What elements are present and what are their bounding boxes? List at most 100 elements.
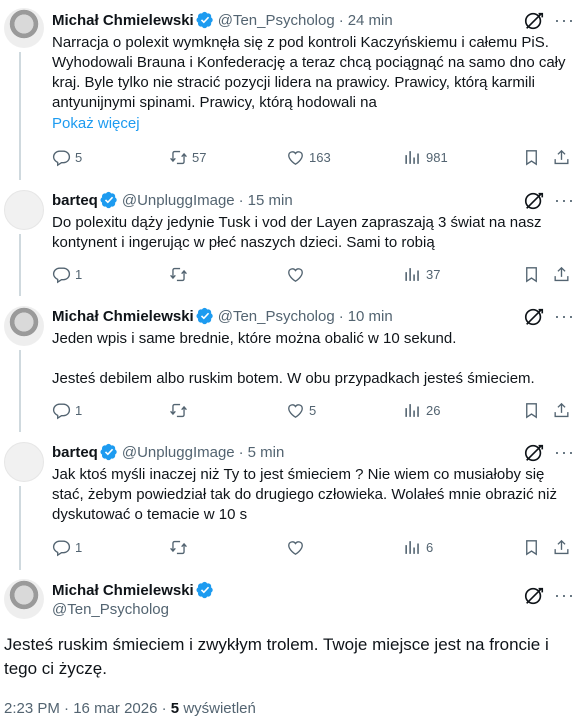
author-name[interactable]: Michał Chmielewski	[52, 12, 194, 29]
tweet[interactable]: Michał Chmielewski @Ten_Psycholog · 24 m…	[0, 0, 584, 180]
tweet-text: Jesteś ruskim śmieciem i zwykłym trolem.…	[4, 635, 549, 678]
tweet[interactable]: barteq @UnpluggImage · 15 min ··· Do pol…	[0, 180, 584, 296]
share-button[interactable]	[552, 147, 571, 167]
tweet-paragraph: Jesteś debilem albo ruskim botem. W obu …	[52, 370, 535, 387]
author-handle[interactable]: @UnpluggImage	[122, 444, 235, 461]
views-button[interactable]: 6	[403, 537, 433, 557]
tweet-time[interactable]: 24 min	[348, 12, 393, 29]
like-button[interactable]	[286, 537, 309, 557]
tweet-time[interactable]: 5 min	[248, 444, 285, 461]
author-name[interactable]: Michał Chmielewski	[52, 308, 194, 325]
retweet-icon	[169, 265, 188, 284]
reply-icon	[52, 148, 71, 167]
share-icon	[552, 538, 571, 557]
more-icon[interactable]: ···	[554, 11, 574, 34]
reply-count: 1	[75, 402, 83, 418]
view-count: 26	[426, 402, 441, 418]
grok-icon[interactable]	[523, 10, 545, 32]
share-button[interactable]	[552, 264, 571, 284]
like-button[interactable]: 163	[286, 147, 331, 167]
grok-icon[interactable]	[523, 442, 545, 464]
views-button[interactable]: 26	[403, 400, 440, 420]
avatar[interactable]	[4, 306, 44, 346]
like-icon	[286, 265, 305, 284]
tweet[interactable]: barteq @UnpluggImage · 5 min ··· Jak kto…	[0, 432, 584, 570]
bookmark-button[interactable]	[522, 400, 541, 420]
bookmark-icon	[522, 401, 541, 420]
tweet-text: Jeden wpis i same brednie, które można o…	[52, 329, 572, 389]
share-icon	[552, 265, 571, 284]
show-more-link[interactable]: Pokaż więcej	[52, 114, 140, 134]
tweet-text: Do polexitu dąży jedynie Tusk i vod der …	[52, 213, 572, 253]
reply-button[interactable]: 1	[52, 537, 82, 557]
author-name[interactable]: barteq	[52, 192, 98, 209]
reply-icon	[52, 265, 71, 284]
reply-count: 1	[75, 539, 83, 555]
bookmark-button[interactable]	[522, 537, 541, 557]
like-icon	[286, 148, 305, 167]
bookmark-button[interactable]	[522, 264, 541, 284]
avatar[interactable]	[4, 442, 44, 482]
tweet-text: Jak ktoś myśli inaczej niż Ty to jest śm…	[52, 465, 572, 525]
reply-button[interactable]: 1	[52, 400, 82, 420]
retweet-button[interactable]	[169, 400, 192, 420]
thread-line	[19, 350, 21, 432]
avatar[interactable]	[4, 8, 44, 48]
grok-icon[interactable]	[523, 306, 545, 328]
tweet-actions: 1 5 26	[52, 400, 576, 420]
grok-icon[interactable]	[523, 585, 545, 607]
more-icon[interactable]: ···	[554, 307, 574, 330]
tweet-text: Narracja o polexit wymknęła się z pod ko…	[52, 33, 572, 113]
share-button[interactable]	[552, 400, 571, 420]
bookmark-icon	[522, 538, 541, 557]
author-handle[interactable]: @Ten_Psycholog	[52, 601, 169, 618]
reply-count: 5	[75, 149, 83, 165]
separator: ·	[161, 700, 167, 717]
tweet-header: Michał Chmielewski	[52, 581, 218, 599]
retweet-button[interactable]	[169, 537, 192, 557]
share-icon	[552, 401, 571, 420]
tweet-paragraph: Do polexitu dąży jedynie Tusk i vod der …	[52, 214, 542, 251]
retweet-count: 57	[192, 149, 207, 165]
tweet-time[interactable]: 2:23 PM	[4, 700, 60, 717]
tweet-header: barteq @UnpluggImage · 15 min	[52, 190, 293, 210]
like-button[interactable]	[286, 264, 309, 284]
views-button[interactable]: 37	[403, 264, 440, 284]
avatar[interactable]	[4, 579, 44, 619]
views-icon	[403, 401, 422, 420]
tweet-paragraph: Jeden wpis i same brednie, które można o…	[52, 330, 457, 347]
reply-icon	[52, 538, 71, 557]
reply-button[interactable]: 5	[52, 147, 82, 167]
author-handle[interactable]: @Ten_Psycholog	[218, 12, 335, 29]
retweet-button[interactable]: 57	[169, 147, 206, 167]
grok-icon[interactable]	[523, 190, 545, 212]
author-name[interactable]: barteq	[52, 444, 98, 461]
avatar[interactable]	[4, 190, 44, 230]
separator: ·	[338, 307, 344, 325]
retweet-button[interactable]	[169, 264, 192, 284]
author-handle[interactable]: @UnpluggImage	[122, 192, 235, 209]
reply-button[interactable]: 1	[52, 264, 82, 284]
author-handle[interactable]: @Ten_Psycholog	[218, 308, 335, 325]
verified-badge-icon	[196, 307, 214, 325]
retweet-icon	[169, 148, 188, 167]
verified-badge-icon	[100, 443, 118, 461]
reply-count: 1	[75, 266, 83, 282]
more-icon[interactable]: ···	[554, 586, 574, 609]
tweet-header: Michał Chmielewski @Ten_Psycholog · 10 m…	[52, 306, 393, 326]
author-name[interactable]: Michał Chmielewski	[52, 582, 194, 599]
views-button[interactable]: 981	[403, 147, 448, 167]
more-icon[interactable]: ···	[554, 443, 574, 466]
like-count: 163	[309, 149, 331, 165]
tweet-time[interactable]: 15 min	[248, 192, 293, 209]
verified-badge-icon	[196, 581, 214, 599]
like-button[interactable]: 5	[286, 400, 316, 420]
share-button[interactable]	[552, 537, 571, 557]
tweet-date[interactable]: 16 mar 2026	[73, 700, 157, 717]
more-icon[interactable]: ···	[554, 191, 574, 214]
tweet-header: Michał Chmielewski @Ten_Psycholog · 24 m…	[52, 10, 393, 30]
tweet[interactable]: Michał Chmielewski @Ten_Psycholog · 10 m…	[0, 296, 584, 432]
view-count: 6	[426, 539, 434, 555]
bookmark-button[interactable]	[522, 147, 541, 167]
tweet-time[interactable]: 10 min	[348, 308, 393, 325]
